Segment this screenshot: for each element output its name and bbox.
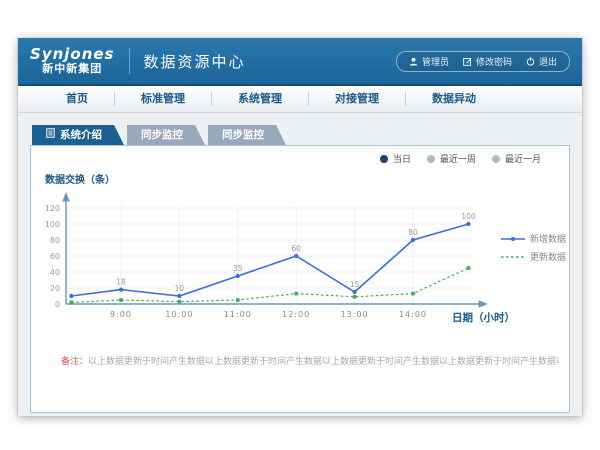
app-title: 数据资源中心 [144,51,246,72]
radio-last-week[interactable]: 最近一周 [427,152,476,165]
header-divider [129,48,130,74]
document-icon [46,125,55,145]
change-password-button[interactable]: 修改密码 [463,55,512,68]
data-point-label: 10 [175,284,185,293]
nav-item-system-mgmt[interactable]: 系统管理 [212,92,309,106]
tab-system-intro[interactable]: 系统介绍 [32,125,124,145]
main-nav: 首页 标准管理 系统管理 对接管理 数据异动 [18,86,582,113]
radio-dot [492,155,500,163]
x-tick-label: 10:00 [165,310,193,319]
x-tick-label: 14:00 [399,310,427,319]
data-point [467,266,471,270]
nav-item-home[interactable]: 首页 [40,92,115,106]
radio-dot [427,155,435,163]
y-tick-label: 20 [50,284,60,293]
logo-company-name: 新中新集团 [42,63,102,75]
edit-icon [463,57,472,66]
data-point [236,298,240,302]
logout-button[interactable]: 退出 [526,55,557,68]
radio-label: 当日 [393,152,411,165]
x-axis-title: 日期（小时） [452,311,515,324]
user-icon [409,57,418,66]
footnote-prefix: 备注： [61,357,88,367]
screenshot-stage: Synjones 新中新集团 数据资源中心 管理员 修改密码 [0,0,600,450]
data-point-label: 15 [350,280,360,289]
y-tick-label: 60 [50,252,60,261]
data-point [177,294,181,298]
data-point [411,238,415,242]
x-tick-label: 11:00 [224,310,252,319]
data-point [353,295,357,299]
series-line-更新数据 [71,268,468,302]
data-point-label: 80 [408,228,418,237]
content-area: 系统介绍 同步监控 同步监控 当日 最近一周 [18,113,582,413]
tab-bar: 系统介绍 同步监控 同步监控 [30,125,570,145]
nav-item-data-change[interactable]: 数据异动 [406,92,502,106]
tab-sync-monitor-1[interactable]: 同步监控 [127,125,205,145]
y-axis-title: 数据交换（条） [45,173,115,186]
data-point [236,274,240,278]
current-user-button[interactable]: 管理员 [409,55,449,68]
radio-today[interactable]: 当日 [380,152,411,165]
x-axis-arrow [479,300,489,308]
data-point [466,222,470,226]
data-point-label: 60 [291,244,301,253]
data-point [178,300,182,304]
legend-label: 新增数据 [530,233,566,245]
tab-sync-monitor-2[interactable]: 同步监控 [208,125,286,145]
legend-label: 更新数据 [530,251,566,263]
x-tick-label: 12:00 [282,310,310,319]
data-point [353,290,357,294]
nav-item-docking-mgmt[interactable]: 对接管理 [309,92,406,106]
legend-marker [511,237,515,241]
data-point-label: 35 [233,264,243,273]
tab-label: 同步监控 [222,125,264,145]
data-point [119,298,123,302]
change-password-label: 修改密码 [476,55,512,68]
radio-last-month[interactable]: 最近一月 [492,152,541,165]
x-tick-label: 13:00 [341,310,369,319]
nav-item-standard-mgmt[interactable]: 标准管理 [115,92,212,106]
logo-brand-text: Synjones [30,47,115,63]
data-point [119,288,123,292]
y-tick-label: 120 [45,204,60,213]
y-tick-label: 40 [50,268,60,277]
company-logo: Synjones 新中新集团 [30,47,115,74]
user-label: 管理员 [422,55,449,68]
radio-dot [380,155,388,163]
y-tick-label: 100 [45,220,60,229]
data-point [70,301,74,305]
data-point-label: 18 [116,278,126,287]
series-line-新增数据 [71,224,468,296]
footnote-text: 以上数据更新于时间产生数据以上数据更新于时间产生数据以上数据更新于时间产生数据以… [88,357,559,367]
time-range-radio-group: 当日 最近一周 最近一月 [380,152,541,165]
radio-label: 最近一月 [505,152,541,165]
tab-label: 同步监控 [141,125,183,145]
x-tick-label: 9:00 [110,310,132,319]
chart-svg: 0 20 40 60 80 100 120 9:00 10:00 11:00 12:00 13:00 1… [31,171,570,371]
app-window: Synjones 新中新集团 数据资源中心 管理员 修改密码 [18,38,582,416]
data-point [294,254,298,258]
data-point [411,292,415,296]
header-bar: Synjones 新中新集团 数据资源中心 管理员 修改密码 [18,38,582,84]
data-point [69,294,73,298]
y-tick-label: 0 [55,300,60,309]
y-tick-label: 80 [50,236,60,245]
logout-label: 退出 [539,55,557,68]
chart-panel: 当日 最近一周 最近一月 0 20 40 60 80 100 120 9:00 10:00 11:… [30,145,570,413]
footnote: 备注：以上数据更新于时间产生数据以上数据更新于时间产生数据以上数据更新于时间产生… [61,354,559,367]
power-icon [526,57,535,66]
data-point-label: 100 [461,212,476,221]
user-actions-pill: 管理员 修改密码 退出 [396,51,570,72]
radio-label: 最近一周 [440,152,476,165]
y-axis-arrow [62,192,70,202]
tab-label: 系统介绍 [60,125,102,145]
data-point [294,292,298,296]
